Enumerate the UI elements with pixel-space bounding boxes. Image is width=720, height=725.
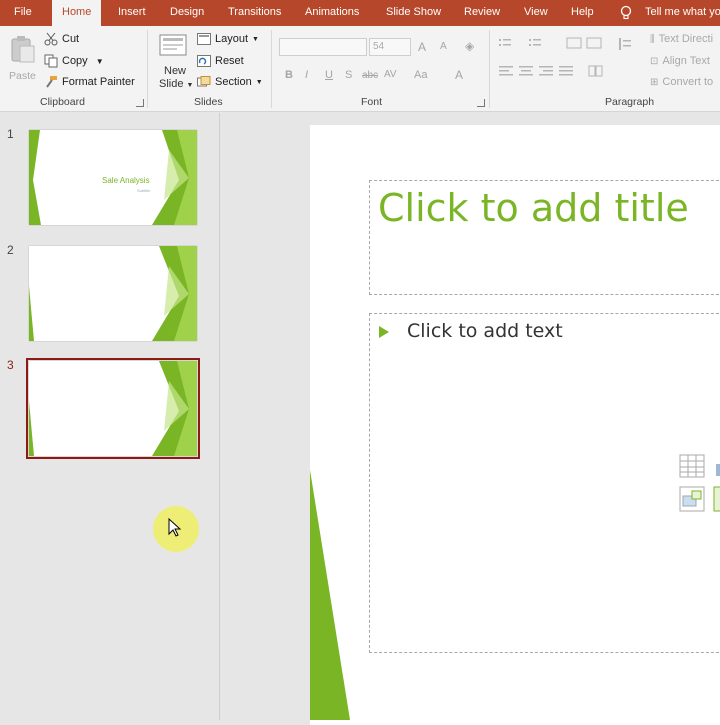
italic-button[interactable]: I <box>305 69 308 81</box>
content-placeholder[interactable]: Click to add text <box>369 313 720 653</box>
align-text-button[interactable]: ⊡ Align Text <box>650 52 710 70</box>
copy-label: Copy <box>62 55 88 67</box>
align-text-icon: ⊡ <box>650 55 659 67</box>
convert-label: Convert to <box>662 76 714 88</box>
mouse-pointer-icon <box>168 518 182 537</box>
tab-home[interactable]: Home <box>52 0 102 27</box>
grow-font-button[interactable]: A <box>418 40 426 54</box>
layout-icon <box>197 33 211 45</box>
new-slide-button[interactable]: New Slide ▼ <box>155 32 195 92</box>
title-placeholder-text: Click to add title <box>378 186 689 230</box>
slide-design-accent <box>310 470 350 720</box>
smartart-icon: ⊞ <box>650 76 659 88</box>
paste-button[interactable]: Paste <box>6 32 38 90</box>
tab-animations[interactable]: Animations <box>305 0 359 26</box>
content-placeholder-text: Click to add text <box>407 320 563 342</box>
tell-me-label: Tell me what yo <box>645 6 720 18</box>
slide-thumbnail-2[interactable] <box>29 246 197 341</box>
thumbnail-subtitle: Subtitle <box>137 188 151 193</box>
clipboard-launcher-icon[interactable] <box>136 99 144 107</box>
section-label: Section <box>215 76 252 88</box>
slide-thumbnail-1[interactable]: Sale Analysis Subtitle <box>29 130 197 225</box>
tab-design[interactable]: Design <box>170 0 204 26</box>
chevron-down-icon: ▼ <box>255 78 263 86</box>
cut-button[interactable]: Cut <box>44 30 79 48</box>
character-spacing-button[interactable]: AV <box>384 69 397 80</box>
ribbon-tab-bar: File Home Insert Design Transitions Anim… <box>0 0 720 27</box>
align-text-label: Align Text <box>662 55 710 67</box>
font-launcher-icon[interactable] <box>477 99 485 107</box>
slide-design-graphic <box>29 246 197 341</box>
ribbon: Paste Cut Copy ▼ Format Painter Clipboar… <box>0 26 720 112</box>
tab-file[interactable]: File <box>14 0 32 26</box>
tab-view[interactable]: View <box>524 0 548 26</box>
tab-transitions[interactable]: Transitions <box>228 0 281 26</box>
insert-chart-icon[interactable] <box>715 454 720 478</box>
copy-dropdown-icon[interactable]: ▼ <box>96 57 104 66</box>
thumbnail-title: Sale Analysis <box>102 176 150 185</box>
slide-design-graphic <box>29 361 197 456</box>
slides-group-label: Slides <box>194 96 223 108</box>
font-name-combo[interactable] <box>279 38 367 56</box>
lightbulb-icon <box>620 5 632 20</box>
mouse-cursor-highlight <box>153 506 199 552</box>
insert-picture-icon[interactable] <box>679 486 705 512</box>
convert-smartart-button[interactable]: ⊞ Convert to <box>650 73 713 91</box>
ribbon-separator <box>271 30 272 108</box>
copy-icon <box>44 54 58 68</box>
reset-icon <box>197 55 211 67</box>
reset-button[interactable]: Reset <box>197 52 244 70</box>
font-color-button[interactable]: A <box>455 68 463 82</box>
paragraph-group-label: Paragraph <box>605 96 655 108</box>
reset-label: Reset <box>215 55 244 67</box>
text-direction-button[interactable]: ⫼ Text Directi <box>650 30 713 48</box>
font-size-combo[interactable]: 54 <box>369 38 411 56</box>
paragraph-format-icons <box>499 37 631 77</box>
thumbnail-number: 1 <box>7 127 14 141</box>
slide-thumbnail-3[interactable] <box>26 358 200 459</box>
chevron-down-icon: ▼ <box>186 82 194 89</box>
new-slide-text: Slide <box>159 78 184 90</box>
scissors-icon <box>44 32 58 46</box>
strikethrough-button[interactable]: abc <box>362 70 378 81</box>
slide-thumbnail-pane[interactable]: 1 Sale Analysis Subtitle 2 3 <box>0 113 220 720</box>
tab-review[interactable]: Review <box>464 0 500 26</box>
format-painter-label: Format Painter <box>62 76 135 88</box>
section-button[interactable]: Section ▼ <box>197 73 263 91</box>
cut-label: Cut <box>62 33 80 45</box>
text-direction-icon: ⫼ <box>650 33 655 45</box>
clipboard-group-label: Clipboard <box>40 96 85 108</box>
layout-button[interactable]: Layout ▼ <box>197 30 259 48</box>
title-placeholder[interactable]: Click to add title <box>369 180 720 295</box>
chevron-down-icon: ▼ <box>252 35 259 43</box>
new-slide-label-1: New <box>164 65 187 77</box>
bold-button[interactable]: B <box>285 69 293 81</box>
clear-formatting-icon[interactable]: ◈ <box>465 39 474 53</box>
tab-insert[interactable]: Insert <box>118 0 146 26</box>
ribbon-separator <box>489 30 490 108</box>
tab-help[interactable]: Help <box>571 0 594 26</box>
shadow-button[interactable]: S <box>345 69 352 81</box>
shrink-font-button[interactable]: A <box>440 41 447 52</box>
insert-table-icon[interactable] <box>679 454 705 478</box>
tab-slide-show[interactable]: Slide Show <box>386 0 441 26</box>
thumbnail-number: 3 <box>7 358 14 372</box>
change-case-button[interactable]: Aa <box>414 69 427 81</box>
paste-icon <box>11 36 35 63</box>
paintbrush-icon <box>46 76 57 88</box>
section-icon <box>197 76 211 87</box>
thumbnail-number: 2 <box>7 243 14 257</box>
layout-label: Layout <box>215 33 249 45</box>
ribbon-separator <box>147 30 148 108</box>
text-direction-label: Text Directi <box>658 33 714 45</box>
font-group-label: Font <box>361 96 383 108</box>
format-painter-button[interactable]: Format Painter <box>44 73 135 91</box>
paste-label: Paste <box>9 70 36 82</box>
bullet-arrow-icon <box>379 326 389 338</box>
new-slide-icon <box>159 34 187 56</box>
underline-button[interactable]: U <box>325 69 333 81</box>
new-slide-label-2: Slide ▼ <box>159 78 193 90</box>
copy-button[interactable]: Copy ▼ <box>44 52 104 70</box>
insert-smartart-icon[interactable] <box>713 486 720 512</box>
